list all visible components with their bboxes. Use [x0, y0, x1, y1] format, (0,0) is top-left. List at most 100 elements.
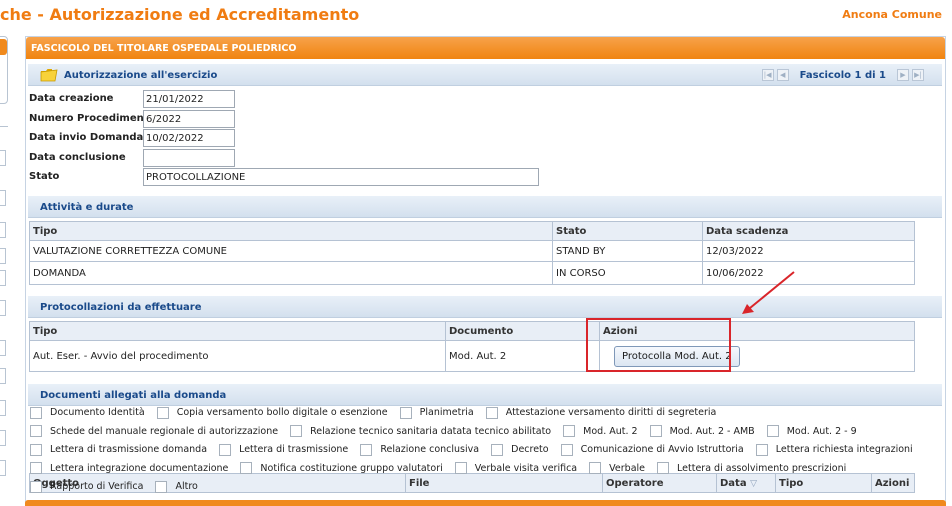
document-filter-checkbox[interactable]: Lettera di assolvimento prescrizioni [657, 461, 846, 476]
checkbox-box[interactable] [360, 443, 373, 456]
document-filter-checkbox[interactable]: Verbale [589, 461, 645, 476]
app-window: che - Autorizzazione ed Accreditamento A… [0, 0, 952, 506]
document-filter-checkbox[interactable]: Schede del manuale regionale di autorizz… [30, 424, 278, 439]
checkbox-box[interactable] [290, 425, 303, 437]
checkbox-label: Lettera di trasmissione domanda [50, 444, 208, 455]
numero-procedimento-input[interactable]: 6/2022 [143, 110, 235, 128]
sidebar-field[interactable] [0, 400, 6, 416]
sidebar-field[interactable] [0, 190, 6, 206]
checkbox-box[interactable] [399, 406, 412, 419]
document-filter-checkbox[interactable]: Verbale visita verifica [454, 461, 578, 476]
document-filter-checkbox[interactable]: Mod. Aut. 2 - 9 [766, 424, 857, 439]
sidebar-field[interactable] [0, 248, 6, 264]
table-row[interactable]: VALUTAZIONE CORRETTEZZA COMUNE STAND BY … [29, 240, 915, 262]
checkbox-box[interactable] [485, 406, 498, 419]
sidebar-field[interactable] [0, 300, 6, 316]
checkbox-box[interactable] [563, 425, 576, 437]
document-filter-checkbox[interactable]: Comunicazione di Avvio Istruttoria [560, 442, 744, 457]
document-filter-checkbox[interactable]: Lettera di trasmissione domanda [30, 442, 207, 457]
cell-tipo: DOMANDA [29, 261, 553, 285]
checkbox-label: Attestazione versamento diritti di segre… [505, 407, 717, 418]
checkbox-box[interactable] [30, 425, 42, 437]
sidebar-field[interactable] [0, 222, 6, 238]
activities-title: Attività e durate [40, 202, 134, 213]
stato-input[interactable]: PROTOCOLLAZIONE [143, 168, 539, 186]
document-filter-checkbox[interactable]: Rapporto di Verifica [30, 479, 143, 494]
next-page-icon[interactable]: ▶ [897, 69, 909, 81]
sidebar-field[interactable] [0, 430, 6, 446]
column-header[interactable]: Azioni [599, 321, 915, 341]
cell-stato: STAND BY [552, 240, 703, 262]
document-filter-checkbox[interactable]: Copia versamento bollo digitale o esenzi… [156, 405, 388, 420]
document-filter-checkbox[interactable]: Planimetria [399, 405, 474, 420]
document-filter-checkbox[interactable]: Notifica costituzione gruppo valutatori [240, 461, 443, 476]
document-filter-checkbox[interactable]: Lettera integrazione documentazione [30, 461, 228, 476]
checkbox-box[interactable] [560, 443, 573, 456]
user-name[interactable]: Ancona Comune [842, 8, 942, 21]
document-filter-checkbox[interactable]: Decreto [491, 442, 549, 457]
document-filter-checkbox[interactable]: Mod. Aut. 2 [563, 424, 638, 439]
checkbox-box[interactable] [30, 480, 42, 493]
document-filter-checkbox[interactable]: Relazione tecnico sanitaria datata tecni… [290, 424, 551, 439]
last-page-icon[interactable]: ▶| [912, 69, 924, 81]
document-filter-checkbox[interactable]: Mod. Aut. 2 - AMB [649, 424, 755, 439]
field-label: Data creazione [29, 93, 114, 104]
cell-tipo: VALUTAZIONE CORRETTEZZA COMUNE [29, 240, 553, 262]
checkbox-box[interactable] [454, 462, 467, 474]
checkbox-box[interactable] [30, 443, 42, 456]
checkbox-box[interactable] [649, 425, 662, 437]
sidebar-panel [0, 36, 8, 104]
column-header[interactable]: Documento [445, 321, 600, 341]
document-filters: Documento Identità Copia versamento boll… [30, 405, 943, 498]
fascicolo-pager: |◀ ◀ Fascicolo 1 di 1 ▶ ▶| [761, 68, 924, 82]
document-filter-checkbox[interactable]: Documento Identità [30, 405, 145, 420]
checkbox-box[interactable] [30, 462, 42, 474]
prev-page-icon[interactable]: ◀ [776, 69, 789, 81]
document-filter-checkbox[interactable]: Attestazione versamento diritti di segre… [485, 405, 717, 420]
document-filter-checkbox[interactable]: Relazione conclusiva [360, 442, 479, 457]
checkbox-box[interactable] [155, 480, 168, 493]
sidebar-field[interactable] [0, 270, 6, 286]
column-header[interactable]: Stato [552, 221, 703, 241]
document-filter-checkbox[interactable]: Lettera di trasmissione [219, 442, 348, 457]
checkbox-box[interactable] [30, 406, 42, 419]
checkbox-label: Lettera di assolvimento prescrizioni [677, 462, 847, 474]
table-row[interactable]: Aut. Eser. - Avvio del procedimento Mod.… [29, 340, 915, 372]
data-creazione-input[interactable]: 21/01/2022 [143, 90, 235, 108]
checkbox-box[interactable] [766, 425, 779, 437]
checkbox-label: Schede del manuale regionale di autorizz… [50, 425, 279, 437]
checkbox-box[interactable] [156, 406, 169, 419]
sidebar-field[interactable] [0, 460, 6, 476]
checkbox-label: Mod. Aut. 2 [583, 425, 638, 437]
checkbox-label: Relazione conclusiva [380, 444, 480, 455]
data-invio-domanda-input[interactable]: 10/02/2022 [143, 129, 235, 147]
protocols-title: Protocollazioni da effettuare [40, 302, 202, 313]
data-conclusione-input[interactable] [143, 149, 235, 167]
checkbox-label: Lettera integrazione documentazione [50, 462, 229, 474]
cell-tipo: Aut. Eser. - Avvio del procedimento [29, 340, 446, 372]
checkbox-label: Verbale [609, 462, 646, 474]
checkbox-label: Verbale visita verifica [474, 462, 578, 474]
sidebar-field[interactable] [0, 340, 6, 356]
checkbox-box[interactable] [219, 443, 232, 456]
annotation-arrow-icon [742, 271, 795, 314]
checkbox-box[interactable] [491, 443, 504, 456]
document-filter-checkbox[interactable]: Lettera richiesta integrazioni [755, 442, 913, 457]
checkbox-box[interactable] [657, 462, 670, 474]
checkbox-label: Altro [175, 481, 198, 492]
first-page-icon[interactable]: |◀ [761, 69, 774, 81]
column-header[interactable]: Tipo [29, 221, 553, 241]
column-header[interactable]: Data scadenza [702, 221, 915, 241]
column-header[interactable]: Tipo [29, 321, 446, 341]
cell-azioni: Protocolla Mod. Aut. 2 [599, 340, 915, 372]
app-title: che - Autorizzazione ed Accreditamento [0, 5, 360, 24]
document-filter-checkbox[interactable]: Altro [155, 479, 198, 494]
checkbox-box[interactable] [755, 443, 768, 456]
checkbox-box[interactable] [240, 462, 253, 474]
sidebar-field[interactable] [0, 368, 6, 384]
checkbox-box[interactable] [589, 462, 602, 474]
authorization-title: Autorizzazione all'esercizio [64, 70, 218, 81]
protocolla-button[interactable]: Protocolla Mod. Aut. 2 [614, 345, 740, 367]
checkbox-label: Rapporto di Verifica [50, 481, 144, 492]
sidebar-field[interactable] [0, 150, 6, 166]
